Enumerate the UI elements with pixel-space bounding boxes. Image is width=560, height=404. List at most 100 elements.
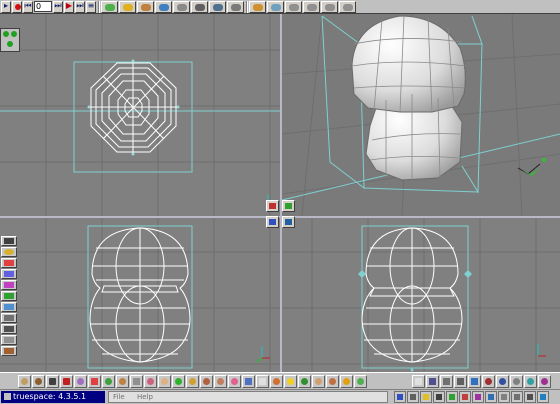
status-light-icon[interactable] [420,391,432,403]
palette-film-icon[interactable] [1,236,17,246]
fish-icon[interactable] [270,374,283,388]
status-globe-icon[interactable] [537,391,549,403]
taper-tool-icon[interactable] [285,0,302,13]
brush-icon[interactable] [200,374,213,388]
side-wireframe [361,227,463,363]
deform-tool-icon[interactable] [155,0,172,13]
perspective-viewport[interactable] [282,14,560,216]
status-view-icon[interactable] [394,391,406,403]
status-scene-icon[interactable] [446,391,458,403]
status-info-icon[interactable] [498,391,510,403]
side-viewport[interactable] [282,218,560,372]
top-view-canvas [0,14,280,216]
step-forward-button[interactable]: ⏭ [53,0,63,13]
lathe-tool-icon[interactable] [267,0,284,13]
face-icon[interactable] [312,374,325,388]
bevel-tool-icon[interactable] [303,0,320,13]
move-tool-icon[interactable] [510,374,523,388]
front-viewport[interactable] [0,218,280,372]
palette-render-icon[interactable] [1,346,17,356]
eye-tool-icon[interactable] [496,374,509,388]
view-top-right-icon[interactable] [282,200,295,212]
top-viewport[interactable] [0,14,280,216]
chart-tool-icon[interactable] [468,374,481,388]
status-icon-strip [394,391,550,403]
hand-icon[interactable] [158,374,171,388]
paint-tool-icon[interactable] [119,0,136,13]
palette-sky-icon[interactable] [1,302,17,312]
status-render-icon[interactable] [407,391,419,403]
undo-tool-icon[interactable] [482,374,495,388]
front-axis-gizmo [255,346,270,363]
view-bottom-left-icon[interactable] [266,216,279,228]
status-camera-icon[interactable] [433,391,445,403]
bolt-small-icon[interactable] [340,374,353,388]
status-tool-icon[interactable] [511,391,523,403]
screen-tool-icon[interactable] [426,374,439,388]
sweep-tool-icon[interactable] [249,0,266,13]
view-top-left-icon[interactable] [266,200,279,212]
play-button[interactable]: ▶ [64,0,74,13]
toolbar-divider [246,0,248,13]
figure-icon[interactable] [214,374,227,388]
object-tool-icon[interactable] [101,0,118,13]
extrude-tool-icon[interactable] [321,0,338,13]
vertex-tool-icon[interactable] [191,0,208,13]
cut-tool-icon[interactable] [209,0,226,13]
palette-mesh-icon[interactable] [1,335,17,345]
snake-icon[interactable] [172,374,185,388]
sphere-primitive-icon[interactable] [18,374,31,388]
record-button[interactable] [12,0,22,13]
wrench-tool-icon[interactable] [173,0,190,13]
scissors-tool-icon[interactable] [227,0,244,13]
menu-help[interactable]: Help [137,393,153,401]
grid-small-icon[interactable] [440,374,453,388]
keyframe-list-icon[interactable]: ≡ [86,0,96,13]
palette-gradient-icon[interactable] [1,280,17,290]
paint-roller-icon[interactable] [186,374,199,388]
status-material-icon[interactable] [459,391,471,403]
undo-icon[interactable]: ▸ [1,0,11,13]
dice-icon[interactable] [60,374,73,388]
palette-palette-icon[interactable] [1,258,17,268]
flag-icon[interactable] [242,374,255,388]
grid-large-icon[interactable] [454,374,467,388]
bird-icon[interactable] [326,374,339,388]
palette-tree-icon[interactable] [1,291,17,301]
flower-icon[interactable] [228,374,241,388]
bottom-toolbar [0,372,560,389]
puzzle-icon[interactable] [144,374,157,388]
status-extra-icon[interactable] [524,391,536,403]
scale-tool-icon[interactable] [538,374,551,388]
perspective-axis-gizmo [517,158,546,176]
palette-shapes-icon[interactable] [1,269,17,279]
menu-file[interactable]: File [113,393,125,401]
leaf-icon[interactable] [354,374,367,388]
palette-ball-icon[interactable] [1,247,17,257]
disk-primitive-icon[interactable] [32,374,45,388]
view-bottom-right-icon[interactable] [282,216,295,228]
status-net-icon[interactable] [485,391,497,403]
bolt-icon[interactable] [284,374,297,388]
rewind-button[interactable]: ⏮ [23,0,33,13]
palette-grid-icon[interactable] [1,324,17,334]
camera-icon[interactable] [46,374,59,388]
tree-icon[interactable] [298,374,311,388]
color-swatch-icon[interactable] [88,374,101,388]
pointer-tool-icon[interactable] [412,374,425,388]
status-anim-icon[interactable] [472,391,484,403]
smooth-tool-icon[interactable] [339,0,356,13]
record-sphere-icon[interactable] [102,374,115,388]
application-title[interactable]: truespace: 4.3.5.1 [1,391,105,403]
rotate-tool-icon[interactable] [524,374,537,388]
material-tool-icon[interactable] [137,0,154,13]
chess-icon[interactable] [256,374,269,388]
end-button[interactable]: ⏭ [75,0,85,13]
palette-checker-icon[interactable] [1,313,17,323]
frame-number-field[interactable]: 0 [34,1,52,12]
knife-icon[interactable] [130,374,143,388]
link-icon[interactable] [74,374,87,388]
material-ball-icon[interactable] [116,374,129,388]
viewport-divider-vertical[interactable] [280,14,282,372]
viewport-mini-panel[interactable] [0,28,20,52]
